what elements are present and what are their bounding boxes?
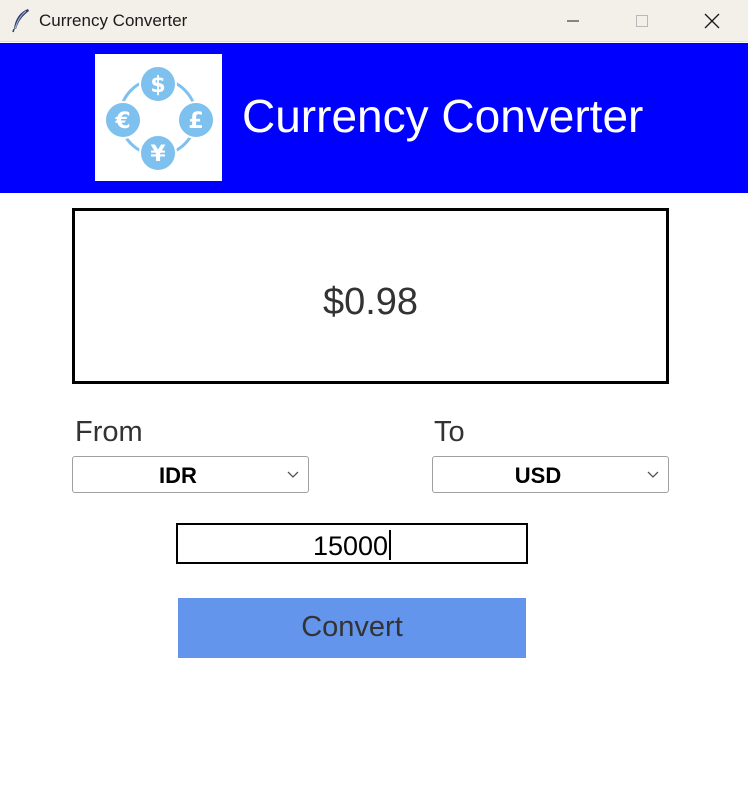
minimize-button[interactable] [541, 0, 605, 42]
to-label: To [434, 416, 465, 448]
app-header: $ € £ ¥ Currency Converter [0, 43, 748, 193]
chevron-down-icon [287, 471, 299, 478]
result-display: $0.98 [72, 208, 669, 384]
svg-text:¥: ¥ [150, 142, 166, 167]
convert-button-label: Convert [301, 611, 403, 643]
svg-text:£: £ [188, 109, 203, 134]
minimize-icon [567, 20, 579, 22]
window-title: Currency Converter [39, 11, 188, 30]
to-currency-select[interactable]: USD [432, 456, 669, 493]
amount-input-content: 15000 [178, 530, 526, 562]
amount-value: 15000 [312, 531, 389, 561]
chevron-down-icon [647, 471, 659, 478]
convert-button[interactable]: Convert [178, 598, 526, 658]
title-bar: Currency Converter [0, 0, 748, 42]
text-caret [389, 530, 392, 560]
from-currency-value: IDR [159, 463, 197, 488]
from-currency-select[interactable]: IDR [72, 456, 309, 493]
svg-text:€: € [114, 109, 130, 134]
amount-input[interactable]: 15000 [176, 523, 528, 564]
close-button[interactable] [680, 0, 744, 42]
feather-icon [10, 7, 32, 33]
app-title: Currency Converter [242, 90, 644, 142]
svg-text:$: $ [150, 73, 165, 98]
maximize-button[interactable] [610, 0, 674, 42]
to-currency-value: USD [514, 463, 562, 488]
converted-amount: $0.98 [322, 281, 419, 323]
maximize-icon [636, 15, 648, 27]
currency-exchange-logo: $ € £ ¥ [95, 54, 222, 181]
close-icon [704, 13, 720, 29]
from-label: From [75, 416, 143, 448]
